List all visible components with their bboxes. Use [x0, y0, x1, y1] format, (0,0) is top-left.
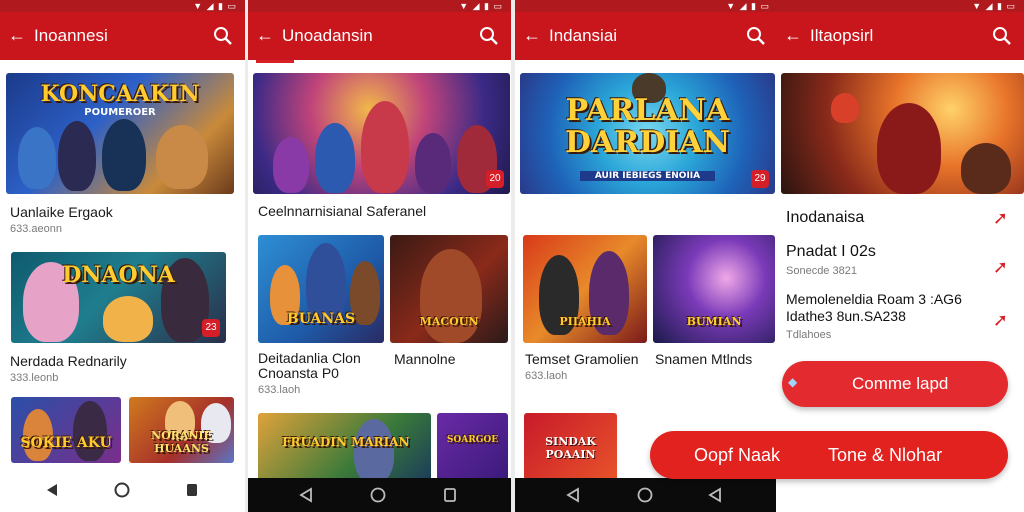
app-bar-title: Inoannesi	[34, 26, 108, 45]
thumbnail-art-title: SOARGOE	[446, 435, 499, 445]
card-title[interactable]: Uanlaike Ergaok	[10, 204, 113, 220]
search-icon[interactable]	[213, 26, 233, 46]
search-icon[interactable]	[992, 26, 1012, 46]
card-title[interactable]: Deitadanlia Clon Cnoansta P0	[258, 351, 361, 381]
thumbnail-badge: 23	[202, 319, 220, 337]
game-thumbnail[interactable]: SOKIE AKU	[11, 397, 121, 463]
card-title[interactable]: Snamen Mtlnds	[655, 351, 752, 367]
game-thumbnail[interactable]: NORANIE HUAANS	[129, 397, 234, 463]
wide-button-right-label[interactable]: Tone & Nlohar	[828, 445, 942, 466]
card-subtitle: 333.leonb	[10, 372, 59, 384]
hero-banner[interactable]	[781, 73, 1024, 194]
thumbnail-art-title: MACOUN	[419, 315, 479, 328]
thumbnail-art-subtitle: POUMEROER	[84, 107, 156, 118]
share-arrow-icon[interactable]: ➚	[993, 209, 1008, 227]
system-nav-bar	[515, 478, 776, 512]
card-subtitle: 633.aeonn	[10, 223, 62, 235]
search-icon[interactable]	[479, 26, 499, 46]
back-arrow-icon[interactable]: ←	[6, 24, 28, 46]
hero-art-subtitle: AUIR IEBIEGS ENOIIA	[580, 171, 715, 181]
game-thumbnail[interactable]: KONCAAKIN POUMEROER	[6, 73, 234, 194]
app-bar: ← Unoadansin	[248, 12, 511, 60]
nav-recents-icon[interactable]	[705, 485, 725, 505]
status-bar: ▼ ◢ ▮ ▭	[776, 0, 1024, 12]
thumbnail-art-title: BUMIAN	[686, 315, 742, 328]
list-item-title: Memoleneldia Roam 3 :AG6 Idathe3 8un.SA2…	[786, 291, 962, 324]
nav-back-icon[interactable]	[296, 485, 316, 505]
status-bar: ▼ ◢ ▮ ▭	[0, 0, 245, 12]
hero-banner[interactable]: PARLANA DARDIAN AUIR IEBIEGS ENOIIA 29	[520, 73, 775, 194]
thumbnail-art-title: BUANAS	[286, 311, 356, 327]
game-thumbnail[interactable]: MACOUN	[390, 235, 508, 343]
hero-art-title: PARLANA DARDIAN	[565, 93, 730, 160]
list-item-title: Inodanaisa	[786, 209, 865, 226]
card-subtitle: 633.laoh	[258, 384, 301, 396]
nav-back-icon[interactable]	[563, 485, 583, 505]
list-item[interactable]: Memoleneldia Roam 3 :AG6 Idathe3 8un.SA2…	[786, 291, 1014, 342]
app-bar-title: Unoadansin	[282, 26, 373, 45]
app-bar-title: Iltaopsirl	[810, 26, 874, 45]
section-title: Ceelnnarnisianal Saferanel	[258, 203, 427, 219]
list-item-subtitle: Sonecde 3821	[786, 265, 857, 277]
back-arrow-icon[interactable]: ←	[521, 24, 543, 46]
back-arrow-icon[interactable]: ←	[254, 24, 276, 46]
game-thumbnail[interactable]: BUMIAN	[653, 235, 775, 343]
thumbnail-art-title: KONCAAKIN	[40, 81, 200, 107]
game-thumbnail[interactable]: BUANAS	[258, 235, 384, 343]
diamond-icon: ◆	[788, 375, 798, 389]
list-item[interactable]: Inodanaisa	[786, 209, 1014, 227]
thumbnail-art-title: PIIAHIA	[559, 315, 611, 328]
phone-screen-2: ▼ ◢ ▮ ▭ ← Unoadansin 20 Ceelnnarnisianal…	[248, 0, 511, 512]
share-arrow-icon[interactable]: ➚	[993, 258, 1008, 276]
thumbnail-art-title: SINDAK POAAIN	[545, 435, 596, 461]
nav-recents-icon[interactable]	[440, 485, 460, 505]
thumbnail-art-title: DNAONA	[62, 262, 175, 288]
app-bar: ← Indansiai	[515, 12, 778, 60]
app-bar: ← Iltaopsirl	[776, 12, 1024, 60]
status-bar: ▼ ◢ ▮ ▭	[515, 0, 778, 12]
app-bar: ← Inoannesi	[0, 12, 245, 60]
nav-home-icon[interactable]	[635, 485, 655, 505]
card-subtitle: 633.laoh	[525, 370, 568, 382]
card-title[interactable]: Mannolne	[394, 351, 456, 367]
hero-badge: 29	[751, 170, 769, 188]
game-thumbnail[interactable]: DNAONA 23	[11, 252, 226, 343]
hero-badge: 20	[486, 170, 504, 188]
app-bar-title: Indansiai	[549, 26, 618, 45]
card-title[interactable]: Temset Gramolien	[525, 351, 639, 367]
thumbnail-art-title: FRUADIN MARIAN	[282, 435, 410, 449]
share-arrow-icon[interactable]: ➚	[993, 311, 1008, 329]
list-item-title: Pnadat I 02s	[786, 243, 876, 260]
game-thumbnail[interactable]: SOARGOE	[437, 413, 508, 483]
system-nav-bar	[248, 478, 511, 512]
nav-recents-icon[interactable]	[182, 480, 202, 500]
phone-screen-1: ▼ ◢ ▮ ▭ ← Inoannesi KONCAAKIN POUMEROER …	[0, 0, 245, 512]
game-thumbnail[interactable]: PIIAHIA	[523, 235, 647, 343]
nav-home-icon[interactable]	[112, 480, 132, 500]
comment-button-label: Comme lapd	[852, 374, 949, 393]
back-arrow-icon[interactable]: ←	[782, 24, 804, 46]
system-nav-bar	[0, 472, 245, 512]
game-thumbnail[interactable]: SINDAK POAAIN	[524, 413, 617, 483]
search-icon[interactable]	[746, 26, 766, 46]
thumbnail-art-title: NORANIE HUAANS	[151, 429, 212, 455]
card-title[interactable]: Nerdada Rednarily	[10, 353, 127, 369]
comment-button[interactable]: ◆ Comme lapd	[782, 361, 1008, 407]
game-thumbnail[interactable]: FRUADIN MARIAN	[258, 413, 431, 483]
nav-home-icon[interactable]	[368, 485, 388, 505]
tab-indicator	[256, 60, 294, 63]
thumbnail-art-title: SOKIE AKU	[20, 435, 112, 451]
list-item[interactable]: Pnadat I 02s Sonecde 3821	[786, 243, 1014, 278]
status-bar: ▼ ◢ ▮ ▭	[248, 0, 511, 12]
list-item-subtitle: Tdlahoes	[786, 329, 832, 341]
hero-banner[interactable]: 20	[253, 73, 510, 194]
wide-button-left-label[interactable]: Oopf Naak	[694, 445, 780, 466]
nav-back-icon[interactable]	[42, 480, 62, 500]
wide-action-button[interactable]: Oopf Naak Tone & Nlohar	[650, 431, 1008, 479]
